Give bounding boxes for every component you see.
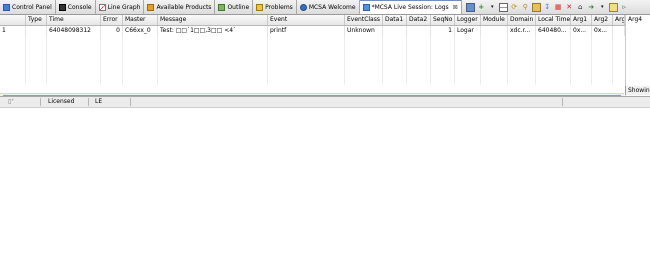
status-bar: ▯⁺ Licensed LE: [0, 96, 650, 108]
column-header-arg1[interactable]: Arg1: [571, 15, 592, 25]
tab-label: Available Products: [156, 3, 212, 11]
cell-seqno: 1: [431, 26, 455, 36]
cell-module: [481, 26, 508, 36]
close-icon[interactable]: ⊠: [453, 4, 458, 11]
status-divider: [40, 98, 41, 106]
showing-label: Showing: [625, 86, 650, 95]
cell-error: 0: [101, 26, 123, 36]
delete-icon[interactable]: ✕: [565, 3, 574, 12]
grid-icon[interactable]: [498, 2, 508, 12]
status-divider: [130, 98, 131, 106]
cell-message: Test: □□`1□□,3□□ <4`: [158, 26, 268, 36]
column-header-arg3[interactable]: Arg3: [613, 15, 625, 25]
view-tab-bar: Control Panel Console Line Graph Availab…: [0, 0, 650, 15]
cell-local-time: 640480...: [536, 26, 571, 36]
column-header-arg2[interactable]: Arg2: [592, 15, 613, 25]
tab-available-products[interactable]: Available Products: [144, 0, 216, 14]
tab-problems[interactable]: Problems: [253, 0, 297, 14]
column-header-logger[interactable]: Logger: [455, 15, 481, 25]
cell-arg2: 0x...: [592, 26, 613, 36]
export-icon[interactable]: [531, 2, 541, 12]
status-mode: LE: [95, 98, 103, 105]
refresh-icon[interactable]: ⟳: [510, 3, 519, 12]
column-header-time[interactable]: Time: [47, 15, 101, 25]
column-header-domain[interactable]: Domain: [508, 15, 536, 25]
tab-label: *MCSA Live Session: Logs: [371, 4, 449, 11]
cell-data2: [407, 26, 431, 36]
column-header-data2[interactable]: Data2: [407, 15, 431, 25]
chart-icon[interactable]: ▦: [554, 3, 563, 12]
column-header-seqno[interactable]: SeqNo: [431, 15, 455, 25]
table-header: Type Time Error Master Message Event Eve…: [0, 15, 625, 26]
column-header-message[interactable]: Message: [158, 15, 268, 25]
tab-outline[interactable]: Outline: [215, 0, 254, 14]
tab-label: Console: [67, 3, 92, 11]
dropdown-icon[interactable]: ▾: [598, 3, 607, 12]
column-header-index[interactable]: [0, 15, 26, 25]
outline-icon: [218, 3, 226, 11]
tab-console[interactable]: Console: [56, 0, 96, 14]
column-header-data1[interactable]: Data1: [383, 15, 407, 25]
column-header-event[interactable]: Event: [268, 15, 345, 25]
view-toolbar: + ▾ ⟳ ⚲ ↧ ▦ ✕ ⌂ ➜ ▾ ▹: [464, 0, 629, 14]
tab-label: Line Graph: [107, 3, 141, 11]
column-header-local-time[interactable]: Local Time: [536, 15, 571, 25]
save-icon[interactable]: [465, 2, 475, 12]
line-graph-icon: [98, 3, 106, 11]
home-icon[interactable]: ⌂: [576, 3, 585, 12]
cell-arg3: [613, 26, 625, 36]
cell-eventclass: Unknown: [345, 26, 383, 36]
column-header-eventclass[interactable]: EventClass: [345, 15, 383, 25]
tab-label: Problems: [265, 3, 293, 11]
tab-label: Control Panel: [12, 3, 52, 11]
cell-time: 64048098312: [47, 26, 101, 36]
logs-icon: [362, 4, 370, 11]
column-header-error[interactable]: Error: [101, 15, 123, 25]
column-header-master[interactable]: Master: [123, 15, 158, 25]
tab-label: MCSA Welcome: [308, 3, 356, 11]
tab-line-graph[interactable]: Line Graph: [96, 0, 145, 14]
column-header-module[interactable]: Module: [481, 15, 508, 25]
import-icon[interactable]: ↧: [543, 3, 552, 12]
column-header-arg4[interactable]: Arg4: [628, 16, 642, 23]
nav-icon[interactable]: ▹: [620, 3, 629, 12]
status-licensed: Licensed: [48, 98, 75, 105]
dropdown-icon[interactable]: ▾: [488, 3, 497, 12]
table-icon[interactable]: [608, 2, 618, 12]
control-panel-icon: [3, 3, 10, 11]
welcome-icon: [299, 3, 307, 11]
cell-domain: xdc.r...: [508, 26, 536, 36]
tab-mcsa-welcome[interactable]: MCSA Welcome: [297, 0, 360, 14]
cell-data1: [383, 26, 407, 36]
cell-logger: Logar: [455, 26, 481, 36]
cell-master: C66xx_0: [123, 26, 158, 36]
console-icon: [58, 3, 66, 11]
status-divider: [88, 98, 89, 106]
tab-mcsa-live-session-logs[interactable]: *MCSA Live Session: Logs ⊠: [359, 0, 462, 14]
filter-icon[interactable]: ⚲: [521, 3, 530, 12]
table-row[interactable]: 1 64048098312 0 C66xx_0 Test: □□`1□□,3□□…: [0, 26, 625, 36]
products-icon: [147, 3, 155, 11]
cell-type: [26, 26, 47, 36]
status-divider: [562, 98, 563, 106]
problems-icon: [256, 3, 264, 11]
forward-icon[interactable]: ➜: [587, 3, 596, 12]
add-icon[interactable]: +: [477, 3, 486, 12]
cell-index: 1: [0, 26, 26, 36]
tab-label: Outline: [227, 3, 250, 11]
cell-event: printf: [268, 26, 345, 36]
tab-control-panel[interactable]: Control Panel: [0, 0, 56, 14]
status-icon: ▯⁺: [8, 98, 15, 105]
log-table: Type Time Error Master Message Event Eve…: [0, 15, 650, 103]
column-header-type[interactable]: Type: [26, 15, 47, 25]
cell-arg1: 0x...: [571, 26, 592, 36]
